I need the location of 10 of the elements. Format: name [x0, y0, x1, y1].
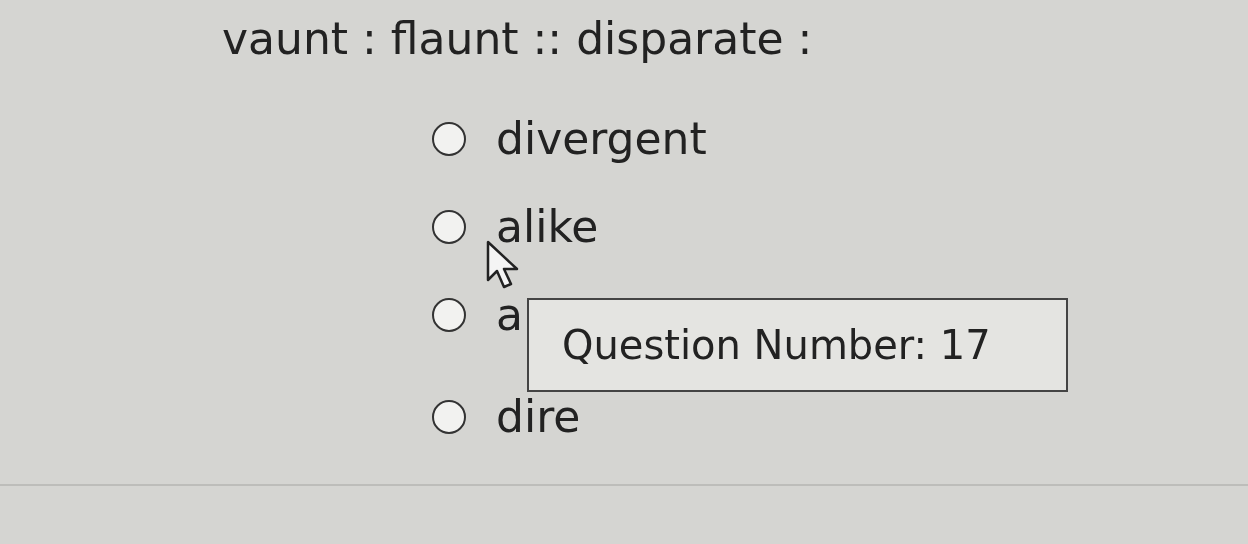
radio-button[interactable] — [432, 400, 466, 434]
tooltip: Question Number: 17 — [527, 298, 1068, 392]
question-text: vaunt : flaunt :: disparate : — [222, 12, 814, 66]
option-label[interactable]: a — [496, 292, 523, 338]
option-label[interactable]: divergent — [496, 116, 707, 162]
radio-button[interactable] — [432, 298, 466, 332]
option-label[interactable]: dire — [496, 394, 581, 440]
option-label[interactable]: alike — [496, 204, 599, 250]
radio-button[interactable] — [432, 210, 466, 244]
radio-button[interactable] — [432, 122, 466, 156]
